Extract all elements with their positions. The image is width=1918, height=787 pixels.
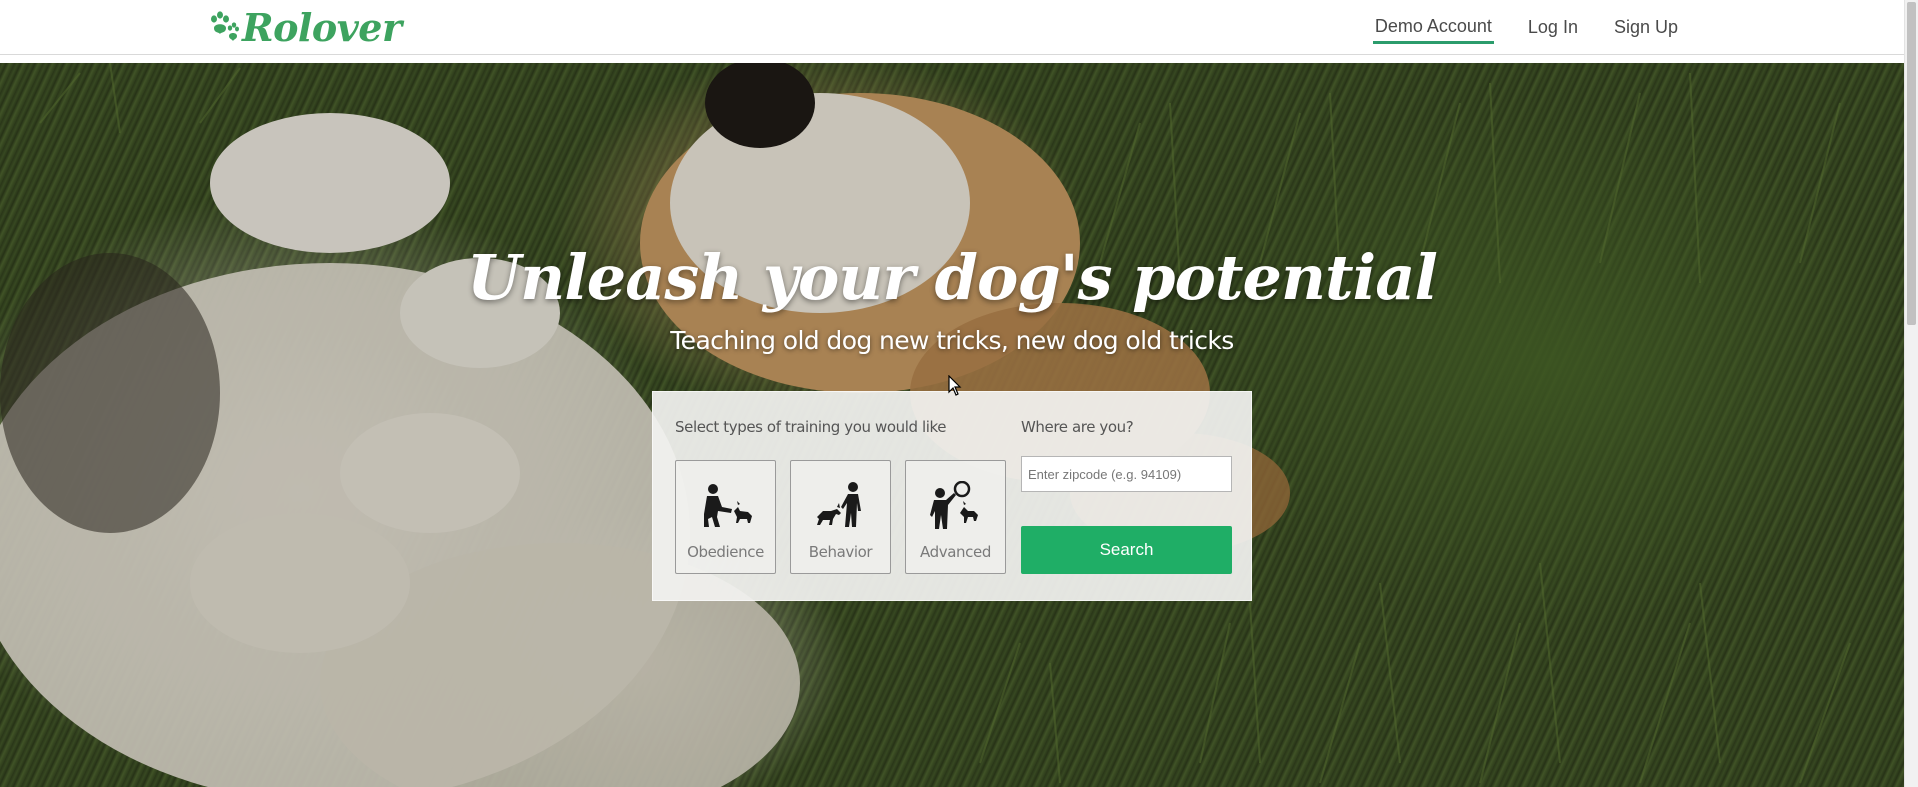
advanced-icon (930, 481, 978, 529)
hero-subtitle: Teaching old dog new tricks, new dog old… (670, 326, 1234, 355)
training-option-obedience[interactable]: Obedience (675, 460, 776, 574)
advanced-label: Advanced (920, 543, 991, 561)
zipcode-input[interactable] (1021, 456, 1232, 492)
training-option-behavior[interactable]: Behavior (790, 460, 891, 574)
logo-link[interactable]: Rolover (206, 4, 402, 50)
hero-title: Unleash your dog's potential (467, 241, 1438, 314)
behavior-label: Behavior (808, 543, 873, 561)
search-button[interactable]: Search (1021, 526, 1232, 574)
hero-section: Unleash your dog's potential Teaching ol… (0, 63, 1904, 787)
training-type-label: Select types of training you would like (675, 418, 947, 436)
obedience-label: Obedience (687, 543, 764, 561)
mouse-cursor-icon (948, 375, 962, 396)
behavior-icon (817, 482, 861, 527)
scrollbar-thumb[interactable] (1907, 2, 1916, 325)
top-navbar: Rolover Demo Account Log In Sign Up (0, 0, 1904, 55)
paw-prints-icon (211, 11, 239, 41)
nav-demo-account[interactable]: Demo Account (1372, 10, 1494, 44)
nav-log-in[interactable]: Log In (1526, 11, 1580, 43)
training-option-advanced[interactable]: Advanced (905, 460, 1006, 574)
nav-sign-up[interactable]: Sign Up (1612, 11, 1680, 43)
obedience-icon (704, 484, 752, 527)
training-search-panel: Select types of training you would like … (652, 391, 1252, 601)
brand-name: Rolover (242, 4, 402, 50)
nav-links: Demo Account Log In Sign Up (1372, 0, 1680, 54)
location-label: Where are you? (1021, 418, 1134, 436)
page-scrollbar[interactable] (1904, 0, 1918, 787)
